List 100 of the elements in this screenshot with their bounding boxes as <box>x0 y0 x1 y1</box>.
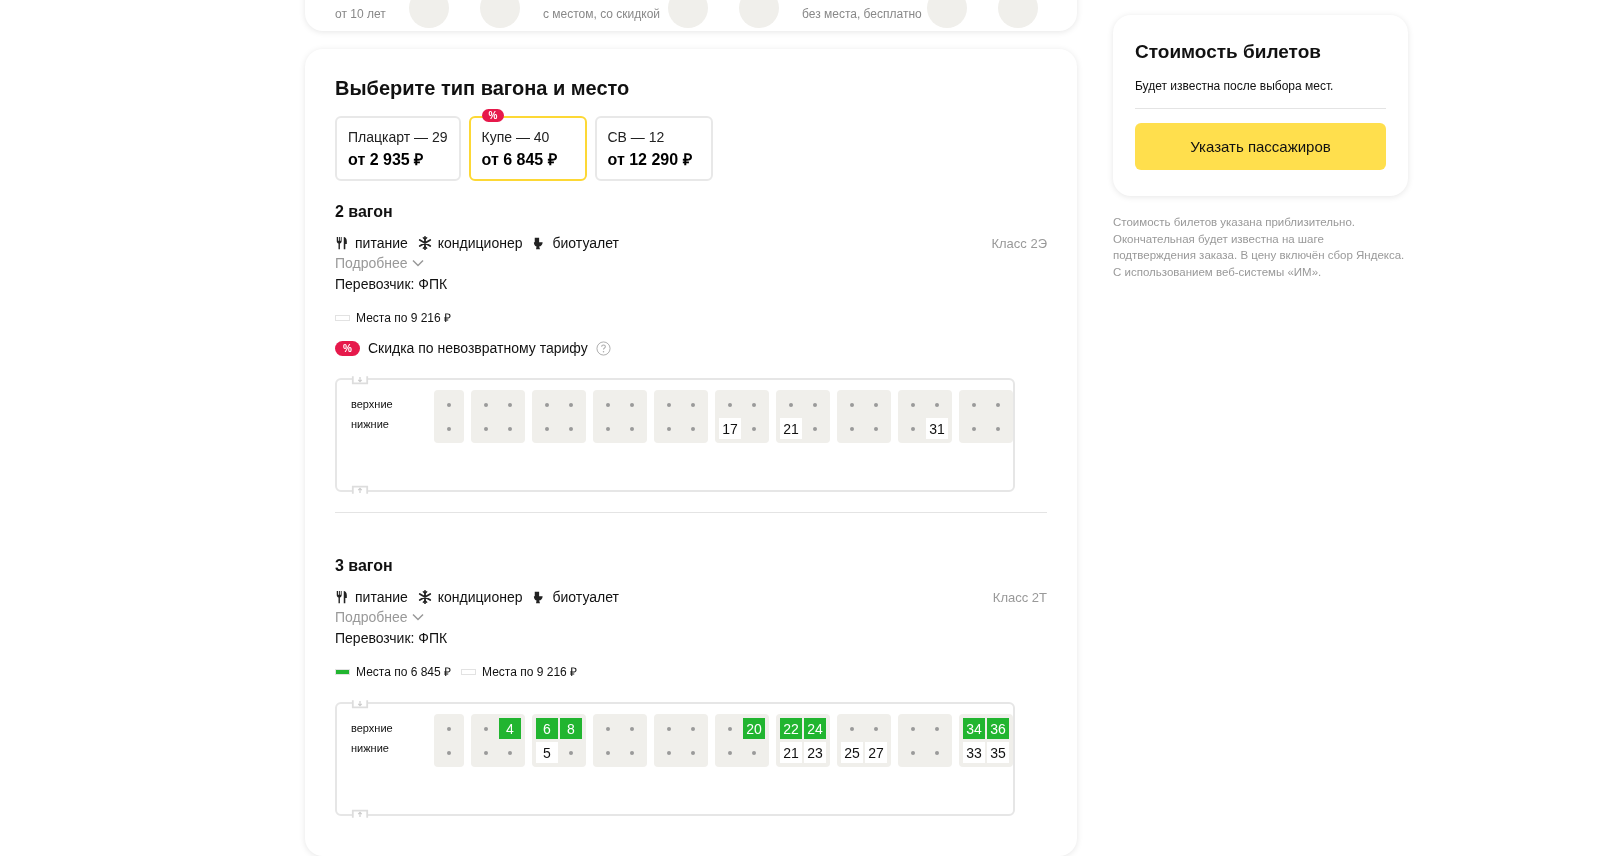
carrier-label: Перевозчик: ФПК <box>335 630 449 646</box>
unavailable-seat-dot <box>850 426 854 431</box>
amenity-label: кондиционер <box>437 235 523 251</box>
fork-knife-icon <box>335 236 349 250</box>
wagon-class-label: Класс 2Э <box>991 235 1047 251</box>
seat[interactable]: 21 <box>780 742 802 763</box>
seat[interactable]: 17 <box>719 418 741 439</box>
unavailable-seat-dot <box>972 402 976 407</box>
amenity-label: кондиционер <box>437 589 523 605</box>
price-legend-label: Места по 6 845 ₽ <box>356 664 452 680</box>
specify-passengers-button[interactable]: Указать пассажиров <box>1135 123 1386 170</box>
help-icon[interactable] <box>595 340 611 356</box>
wagon-type-tab[interactable]: Плацкарт — 29 от 2 935 ₽ <box>335 116 461 181</box>
discount-label: Скидка по невозвратному тарифу <box>367 340 588 356</box>
unavailable-seat-dot <box>911 426 915 431</box>
unavailable-seat-dot <box>545 426 549 431</box>
unavailable-seat-dot <box>813 426 817 431</box>
unavailable-seat-dot <box>850 726 854 731</box>
unavailable-seat-dot <box>667 426 671 431</box>
unavailable-seat-dot <box>606 726 610 731</box>
unavailable-seat-dot <box>691 750 695 755</box>
unavailable-seat-dot <box>630 426 634 431</box>
seat[interactable]: 23 <box>804 742 826 763</box>
wagon-type-tab[interactable]: СВ — 12 от 12 290 ₽ <box>594 116 713 181</box>
unavailable-seat-dot <box>752 750 756 755</box>
unavailable-seat-dot <box>508 750 512 755</box>
wagon-title: 3 вагон <box>335 557 394 575</box>
unavailable-seat-dot <box>972 426 976 431</box>
seat[interactable]: 27 <box>865 742 887 763</box>
unavailable-seat-dot <box>447 750 451 755</box>
seat[interactable]: 33 <box>963 742 985 763</box>
unavailable-seat-dot <box>728 726 732 731</box>
unavailable-seat-dot <box>813 402 817 407</box>
unavailable-seat-dot <box>728 402 732 407</box>
berth-row-label: нижние <box>351 418 390 430</box>
price-legend-label: Места по 9 216 ₽ <box>356 310 452 326</box>
snowflake-icon <box>417 236 432 250</box>
unavailable-seat-dot <box>911 402 915 407</box>
seat[interactable]: 5 <box>536 742 558 763</box>
discount-badge: % <box>335 340 360 356</box>
unavailable-seat-dot <box>484 750 488 755</box>
section-heading: Выберите тип вагона и место <box>335 77 631 100</box>
unavailable-seat-dot <box>630 402 634 407</box>
seat[interactable]: 21 <box>780 418 802 439</box>
unavailable-seat-dot <box>935 402 939 407</box>
price-legend-label: Места по 9 216 ₽ <box>482 664 578 680</box>
unavailable-seat-dot <box>789 402 793 407</box>
berth-row-label: верхние <box>351 722 394 734</box>
discount-badge: % <box>481 109 505 122</box>
unavailable-seat-dot <box>935 750 939 755</box>
unavailable-seat-dot <box>667 402 671 407</box>
carrier-label: Перевозчик: ФПК <box>335 276 449 292</box>
wagon-class-label: Класс 2Т <box>992 589 1047 605</box>
snowflake-icon <box>417 590 432 604</box>
passenger-category-label: с местом, со скидкой <box>543 7 662 21</box>
unavailable-seat-dot <box>874 426 878 431</box>
chevron-down-icon <box>411 259 424 267</box>
unavailable-seat-dot <box>850 402 854 407</box>
unavailable-seat-dot <box>606 750 610 755</box>
unavailable-seat-dot <box>508 426 512 431</box>
unavailable-seat-dot <box>691 402 695 407</box>
amenity-label: биотуалет <box>552 235 619 251</box>
unavailable-seat-dot <box>691 426 695 431</box>
seat[interactable]: 35 <box>987 742 1009 763</box>
chevron-down-icon <box>411 613 424 621</box>
wagon-title: 2 вагон <box>335 203 394 221</box>
unavailable-seat-dot <box>752 426 756 431</box>
unavailable-seat-dot <box>996 426 1000 431</box>
unavailable-seat-dot <box>996 402 1000 407</box>
berth-row-label: верхние <box>351 398 394 410</box>
unavailable-seat-dot <box>545 402 549 407</box>
unavailable-seat-dot <box>667 750 671 755</box>
unavailable-seat-dot <box>606 426 610 431</box>
unavailable-seat-dot <box>691 726 695 731</box>
seat[interactable]: 31 <box>926 418 948 439</box>
unavailable-seat-dot <box>630 750 634 755</box>
unavailable-seat-dot <box>874 726 878 731</box>
unavailable-seat-dot <box>484 726 488 731</box>
unavailable-seat-dot <box>569 426 573 431</box>
unavailable-seat-dot <box>752 402 756 407</box>
unavailable-seat-dot <box>484 402 488 407</box>
unavailable-seat-dot <box>447 402 451 407</box>
unavailable-seat-dot <box>630 726 634 731</box>
unavailable-seat-dot <box>606 402 610 407</box>
unavailable-seat-dot <box>911 726 915 731</box>
amenity-label: питание <box>355 235 408 251</box>
unavailable-seat-dot <box>874 402 878 407</box>
unavailable-seat-dot <box>911 750 915 755</box>
amenity-label: биотуалет <box>552 589 619 605</box>
passenger-category-label: без места, бесплатно <box>802 7 923 21</box>
unavailable-seat-dot <box>667 726 671 731</box>
price-title: Стоимость билетов <box>1135 41 1322 63</box>
unavailable-seat-dot <box>728 750 732 755</box>
fork-knife-icon <box>335 590 349 604</box>
unavailable-seat-dot <box>569 402 573 407</box>
unavailable-seat-dot <box>935 726 939 731</box>
amenity-label: питание <box>355 589 408 605</box>
unavailable-seat-dot <box>508 402 512 407</box>
seat[interactable]: 25 <box>841 742 863 763</box>
unavailable-seat-dot <box>447 726 451 731</box>
